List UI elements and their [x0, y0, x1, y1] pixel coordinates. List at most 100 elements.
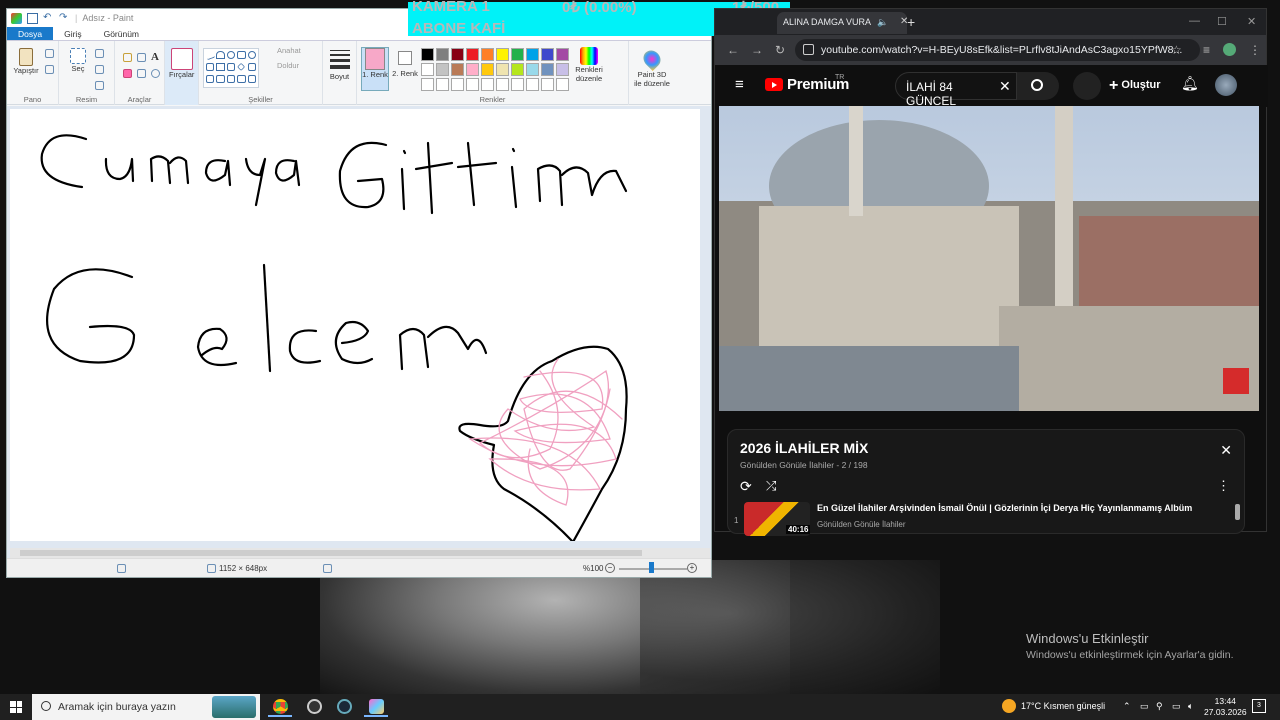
pentagon-shape-icon[interactable]	[247, 63, 256, 71]
playlist-item[interactable]: 1 40:16 En Güzel İlahiler Arşivinden İsm…	[728, 500, 1228, 536]
notification-center-icon[interactable]: 3	[1252, 699, 1266, 713]
star-shape-icon[interactable]	[226, 75, 236, 83]
color1-button[interactable]: 1. Renk	[361, 47, 389, 91]
copy-icon[interactable]	[45, 65, 54, 74]
redo-icon[interactable]: ↷	[59, 12, 70, 24]
maximize-icon[interactable]: ☐	[1217, 15, 1227, 28]
site-info-icon[interactable]	[803, 44, 814, 55]
edit-colors-button[interactable]: Renkleri düzenle	[571, 47, 607, 91]
media-control-icon[interactable]: ≡	[1203, 43, 1210, 57]
palette-swatch[interactable]	[526, 48, 539, 61]
save-icon[interactable]	[27, 12, 38, 24]
paste-button[interactable]: Yapıştır	[11, 48, 41, 75]
minimize-icon[interactable]: —	[1189, 15, 1200, 27]
palette-swatch[interactable]	[481, 48, 494, 61]
palette-swatch[interactable]	[436, 63, 449, 76]
fill-dropdown[interactable]: Doldur	[277, 61, 299, 70]
palette-swatch[interactable]	[526, 78, 539, 91]
forward-icon[interactable]: →	[751, 43, 763, 57]
shapes-gallery[interactable]	[203, 48, 259, 88]
palette-swatch[interactable]	[496, 48, 509, 61]
palette-swatch[interactable]	[481, 78, 494, 91]
taskbar-search-box[interactable]: Aramak için buraya yazın	[32, 694, 260, 720]
palette-swatch[interactable]	[421, 48, 434, 61]
youtube-avatar[interactable]	[1215, 74, 1237, 96]
palette-swatch[interactable]	[511, 78, 524, 91]
palette-swatch[interactable]	[526, 63, 539, 76]
playlist-title[interactable]: 2026 İLAHİLER MİX	[740, 440, 868, 456]
tray-usb-icon[interactable]: ⚲	[1156, 701, 1163, 712]
taskbar-chrome-icon[interactable]	[268, 697, 292, 717]
undo-icon[interactable]: ↶	[43, 12, 54, 24]
paint3d-button[interactable]: Paint 3D ile düzenle	[629, 41, 675, 105]
chrome-tab-active[interactable]: ALINA DAMGA VURA 🔈	[777, 12, 907, 34]
bookmark-star-icon[interactable]: ☆	[1171, 43, 1182, 57]
palette-swatch[interactable]	[421, 63, 434, 76]
palette-swatch[interactable]	[481, 63, 494, 76]
window-close-icon[interactable]: ✕	[1247, 15, 1256, 28]
search-button[interactable]	[1017, 72, 1059, 100]
chrome-menu-icon[interactable]: ⋮	[1249, 43, 1261, 57]
create-button[interactable]: + Oluştur	[1109, 77, 1161, 95]
video-player[interactable]	[719, 106, 1259, 411]
scrollbar-thumb[interactable]	[20, 550, 642, 556]
palette-swatch[interactable]	[541, 63, 554, 76]
palette-swatch[interactable]	[466, 63, 479, 76]
horizontal-scrollbar[interactable]	[10, 548, 710, 558]
tray-network-icon[interactable]: ▭	[1140, 701, 1149, 712]
fill-bucket-icon[interactable]	[137, 53, 146, 62]
reload-icon[interactable]: ↻	[775, 43, 785, 57]
diamond-shape-icon[interactable]	[237, 62, 246, 72]
start-button-icon[interactable]	[10, 701, 22, 713]
color2-button[interactable]: 2. Renk	[391, 47, 419, 91]
palette-swatch[interactable]	[466, 78, 479, 91]
youtube-logo-icon[interactable]	[765, 78, 783, 91]
crop-icon[interactable]	[95, 49, 104, 58]
system-clock[interactable]: 13:44 27.03.2026	[1204, 696, 1247, 718]
tray-battery-icon[interactable]: ▭	[1172, 701, 1181, 712]
palette-swatch[interactable]	[421, 78, 434, 91]
outline-dropdown[interactable]: Anahat	[277, 46, 301, 55]
arrow-shape-icon[interactable]	[216, 75, 225, 83]
polygon-shape-icon[interactable]	[206, 63, 215, 71]
notifications-bell-icon[interactable]: 🔔︎	[1181, 75, 1199, 92]
select-button[interactable]: Seç	[63, 48, 93, 73]
back-icon[interactable]: ←	[727, 43, 739, 57]
oval-shape-icon[interactable]	[226, 51, 236, 59]
palette-swatch[interactable]	[496, 78, 509, 91]
playlist-menu-icon[interactable]: ⋮	[1217, 478, 1230, 494]
text-icon[interactable]: A	[151, 52, 160, 63]
tray-overflow-icon[interactable]: ⌃	[1123, 701, 1131, 712]
tab-file[interactable]: Dosya	[7, 27, 54, 40]
zoom-slider-thumb[interactable]	[649, 562, 654, 573]
callout-shape-icon[interactable]	[237, 75, 246, 83]
drawing-canvas[interactable]	[10, 109, 700, 541]
taskbar-obs-icon[interactable]	[302, 697, 326, 717]
tab-view[interactable]: Görünüm	[93, 27, 150, 40]
playlist-scrollbar[interactable]	[1235, 504, 1240, 520]
weather-text[interactable]: 17°C Kısmen güneşli	[1021, 701, 1105, 711]
loop-icon[interactable]: ⟳	[740, 478, 752, 495]
zoom-out-button[interactable]: −	[605, 563, 615, 573]
cut-icon[interactable]	[45, 49, 54, 58]
palette-swatch[interactable]	[496, 63, 509, 76]
profile-avatar[interactable]	[1223, 43, 1236, 56]
brushes-button[interactable]: Fırçalar	[165, 41, 199, 105]
tab-home[interactable]: Giriş	[53, 27, 92, 40]
rounded-rect-shape-icon[interactable]	[247, 51, 256, 59]
palette-swatch[interactable]	[451, 78, 464, 91]
right-triangle-shape-icon[interactable]	[226, 63, 236, 71]
pencil-icon[interactable]	[123, 53, 132, 62]
address-bar[interactable]: youtube.com/watch?v=H-BEyU8sEfk&list=PLr…	[795, 39, 1200, 61]
palette-swatch[interactable]	[436, 78, 449, 91]
heart-shape-icon[interactable]	[247, 75, 256, 83]
triangle-shape-icon[interactable]	[216, 63, 225, 71]
palette-swatch[interactable]	[556, 48, 569, 61]
palette-swatch[interactable]	[541, 78, 554, 91]
rotate-icon[interactable]	[95, 81, 104, 90]
size-button[interactable]: Boyut	[323, 41, 357, 105]
close-playlist-icon[interactable]: ✕	[1220, 442, 1232, 459]
resize-icon[interactable]	[95, 65, 104, 74]
magnifier-icon[interactable]	[151, 69, 160, 78]
palette-swatch[interactable]	[511, 63, 524, 76]
